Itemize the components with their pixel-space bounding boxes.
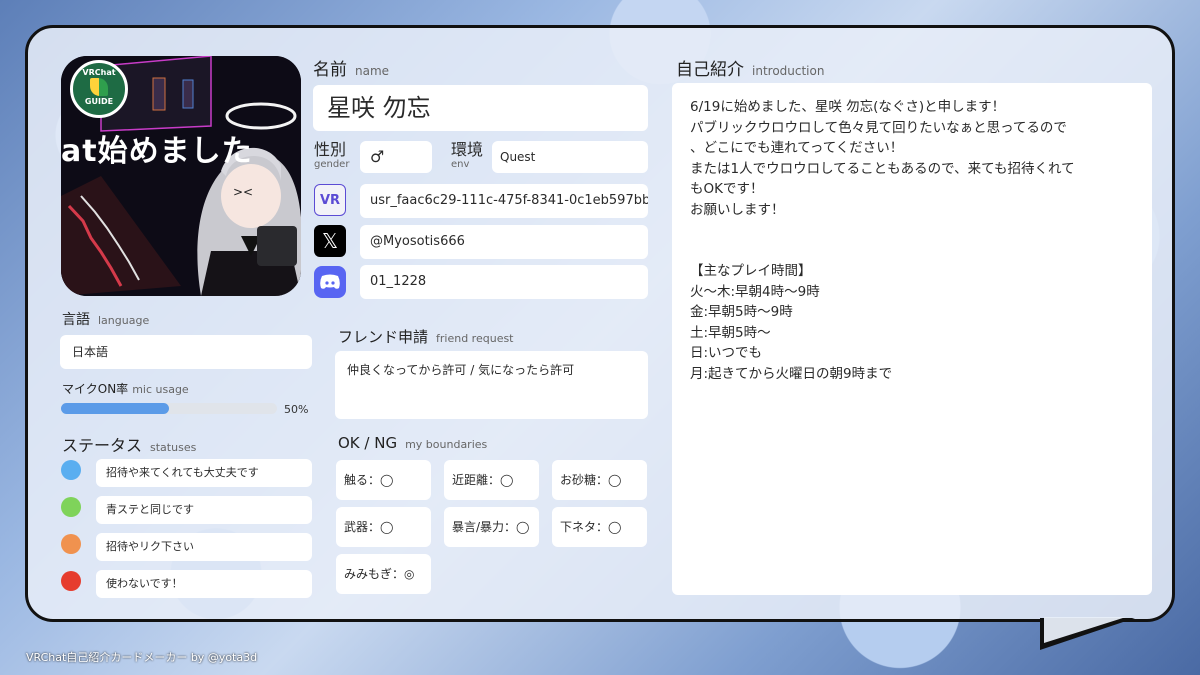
discord-logo-shape [320, 274, 340, 289]
status-item-text: 招待やリク下さい [96, 533, 312, 561]
intro-line: 、どこにでも連れてってください！ [690, 140, 904, 156]
badge-top-text: VRChat [82, 68, 116, 77]
discord-field[interactable]: 01_1228 [360, 265, 648, 299]
statuses-sub-label: statuses [150, 441, 197, 454]
friend-request-label: フレンド申請 friend request [338, 326, 514, 347]
mic-label-text: マイクON率 [62, 382, 129, 396]
statuses-label-text: ステータス [62, 436, 143, 455]
intro-line: 土:早朝5時〜 [690, 324, 771, 341]
intro-field[interactable]: 6/19に始めました、星咲 勿忘(なぐさ)と申します！ パブリックウロウロして色… [672, 83, 1152, 595]
x-handle-field[interactable]: @Myosotis666 [360, 225, 648, 259]
intro-label: 自己紹介 introduction [676, 55, 824, 80]
name-label-text: 名前 [313, 60, 347, 80]
gender-field[interactable]: ♂ [360, 141, 432, 173]
env-sub-label: env [451, 159, 470, 170]
intro-line: パブリックウロウロして色々見て回りたいなぁと思ってるので [690, 119, 1067, 136]
vrchat-guide-badge: VRChat GUIDE [70, 60, 128, 118]
intro-line: 火〜木:早朝4時〜9時 [690, 283, 820, 300]
statuses-label: ステータス statuses [62, 432, 196, 456]
name-label: 名前 name [313, 55, 389, 80]
boundary-item: 暴言/暴力：◯ [444, 507, 539, 547]
intro-line: 月:起きてから火曜日の朝9時まで [690, 365, 893, 382]
svg-text:><: >< [233, 185, 253, 199]
env-field[interactable]: Quest [492, 141, 648, 173]
speech-tail-inner [1044, 617, 1126, 643]
intro-line: 6/19に始めました、星咲 勿忘(なぐさ)と申します！ [690, 99, 1006, 115]
avatar-image: >< at始めました VRChat GUIDE [61, 56, 301, 296]
status-dot-green [61, 497, 81, 517]
beginner-leaf-icon [90, 78, 108, 96]
gender-label-text: 性別 [314, 140, 347, 159]
boundary-item: 武器：◯ [336, 507, 431, 547]
friend-request-sub-label: friend request [436, 332, 514, 345]
vrchat-id-field[interactable]: usr_faac6c29-111c-475f-8341-0c1eb597bb2d [360, 184, 648, 218]
env-label: 環境 env [451, 142, 483, 170]
status-dot-orange [61, 534, 81, 554]
intro-line [690, 241, 1134, 262]
gender-label: 性別 gender [314, 142, 349, 170]
gender-sub-label: gender [314, 159, 350, 170]
footer-credit: VRChat自己紹介カードメーカー by @yota3d [26, 651, 258, 664]
intro-line: もOKです！ [690, 181, 764, 197]
boundary-item: 触る：◯ [336, 460, 431, 500]
boundary-item: 近距離：◯ [444, 460, 539, 500]
status-dot-blue [61, 460, 81, 480]
boundaries-sub-label: my boundaries [405, 438, 488, 451]
status-item-text: 使わないです！ [96, 570, 312, 598]
intro-line: お願いします！ [690, 201, 785, 218]
intro-line [690, 220, 1134, 241]
language-label-text: 言語 [62, 312, 90, 328]
intro-line: 金:早朝5時〜9時 [690, 304, 793, 320]
x-icon: 𝕏 [314, 225, 346, 257]
discord-icon [314, 266, 346, 298]
name-sub-label: name [355, 64, 390, 78]
language-field[interactable]: 日本語 [60, 335, 312, 369]
language-label: 言語 language [62, 309, 149, 329]
avatar-sign-text: at始めました [61, 134, 253, 169]
intro-sub-label: introduction [752, 64, 825, 78]
status-item-text: 青ステと同じです [96, 496, 312, 524]
env-label-text: 環境 [451, 140, 484, 159]
status-item-text: 招待や来てくれても大丈夫です [96, 459, 312, 487]
mic-label: マイクON率 mic usage [62, 380, 189, 397]
boundary-item: 下ネタ：◯ [552, 507, 647, 547]
boundaries-label-text: OK / NG [338, 434, 398, 452]
boundary-item: お砂糖：◯ [552, 460, 647, 500]
mic-progress-fill [61, 403, 169, 414]
boundaries-label: OK / NG my boundaries [338, 434, 487, 452]
status-dot-red [61, 571, 81, 591]
intro-line: 日:いつでも [690, 345, 763, 361]
mic-sub-label: mic usage [132, 383, 189, 396]
language-sub-label: language [98, 314, 150, 327]
badge-bottom-text: GUIDE [84, 97, 114, 106]
mic-percent: 50% [284, 403, 309, 416]
intro-label-text: 自己紹介 [676, 60, 744, 80]
vrchat-icon: VR [314, 184, 346, 216]
mic-progress-track [61, 403, 277, 414]
friend-request-field[interactable]: 仲良くなってから許可 / 気になったら許可 [335, 351, 648, 419]
intro-line: または1人でウロウロしてることもあるので、来ても招待くれて [690, 160, 1075, 177]
friend-request-label-text: フレンド申請 [338, 328, 429, 346]
name-field[interactable]: 星咲 勿忘 [313, 85, 648, 131]
intro-line: 【主なプレイ時間】 [690, 263, 812, 279]
boundary-item: みみもぎ：◎ [336, 554, 431, 594]
